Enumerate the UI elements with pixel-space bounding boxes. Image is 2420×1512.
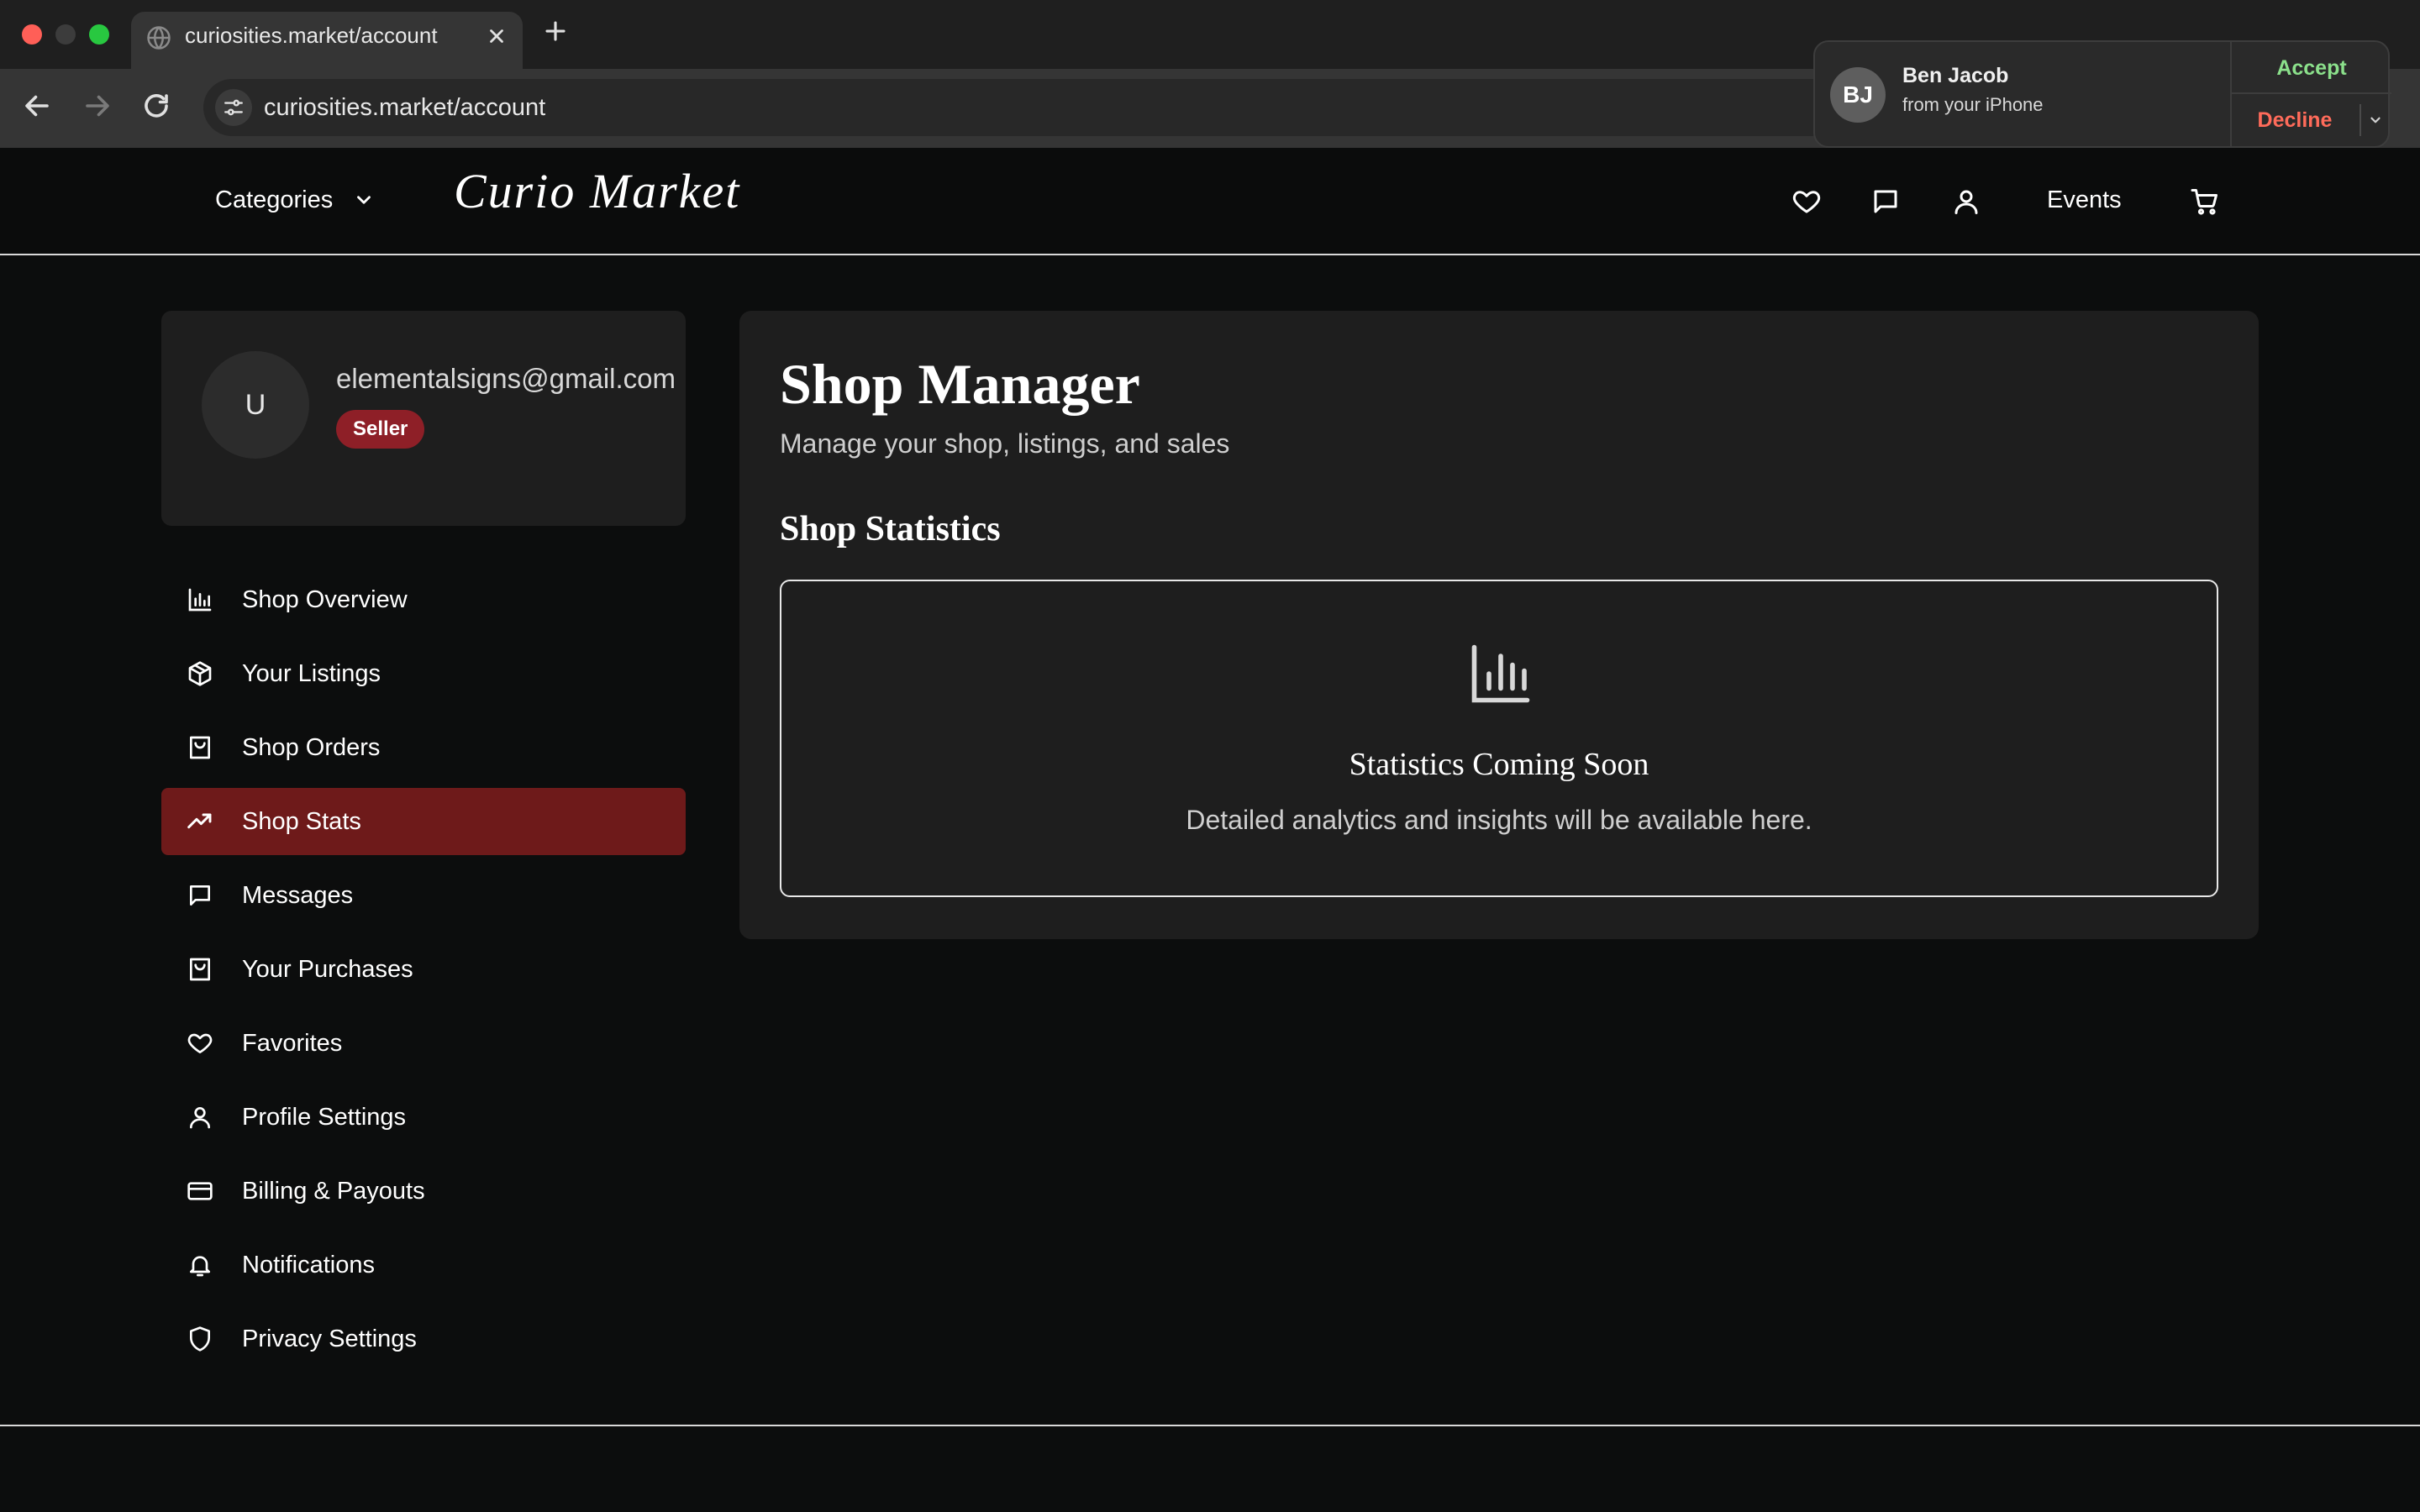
globe-icon bbox=[147, 26, 171, 50]
sidebar-item-notifications[interactable]: Notifications bbox=[161, 1231, 686, 1299]
categories-label: Categories bbox=[215, 186, 334, 213]
sidebar-item-profile-settings[interactable]: Profile Settings bbox=[161, 1084, 686, 1151]
user-icon[interactable] bbox=[1951, 186, 1981, 217]
tab-title: curiosities.market/account bbox=[185, 23, 438, 48]
close-window-button[interactable] bbox=[22, 24, 42, 45]
caller-name: Ben Jacob bbox=[1902, 64, 2009, 87]
heart-icon bbox=[187, 1033, 213, 1053]
site-logo[interactable]: Curio Market bbox=[454, 163, 740, 219]
sidebar-item-favorites[interactable]: Favorites bbox=[161, 1010, 686, 1077]
shop-manager-panel: Shop Manager Manage your shop, listings,… bbox=[739, 311, 2259, 939]
sidebar-item-messages[interactable]: Messages bbox=[161, 862, 686, 929]
sidebar-item-label: Shop Stats bbox=[242, 808, 361, 835]
browser-tab-active[interactable]: curiosities.market/account bbox=[131, 12, 523, 69]
message-icon[interactable] bbox=[1870, 186, 1901, 217]
sidebar-item-your-listings[interactable]: Your Listings bbox=[161, 640, 686, 707]
footer-divider bbox=[0, 1425, 2420, 1426]
decline-button[interactable]: Decline bbox=[2232, 94, 2358, 146]
sidebar-item-label: Shop Orders bbox=[242, 734, 381, 761]
tune-icon bbox=[224, 99, 243, 116]
categories-menu-button[interactable]: Categories bbox=[215, 181, 375, 218]
chevron-down-icon bbox=[2370, 117, 2381, 123]
reload-icon[interactable] bbox=[141, 91, 171, 121]
user-icon bbox=[190, 1107, 210, 1129]
bell-icon bbox=[190, 1256, 210, 1277]
chevron-down-icon bbox=[357, 196, 371, 204]
section-title: Shop Statistics bbox=[780, 510, 1001, 549]
shield-icon bbox=[190, 1326, 210, 1352]
close-tab-icon[interactable] bbox=[486, 25, 508, 47]
avatar: U bbox=[202, 351, 309, 459]
seller-badge: Seller bbox=[336, 410, 425, 449]
credit-card-icon bbox=[187, 1182, 213, 1200]
bar-chart-icon bbox=[188, 588, 212, 612]
shopping-bag-icon bbox=[190, 736, 210, 759]
cart-icon[interactable] bbox=[2190, 186, 2220, 217]
sidebar-item-label: Notifications bbox=[242, 1252, 375, 1278]
minimize-window-button[interactable] bbox=[55, 24, 76, 45]
statistics-empty-state: Statistics Coming Soon Detailed analytic… bbox=[780, 580, 2218, 897]
sidebar-item-label: Messages bbox=[242, 882, 354, 909]
sidebar-item-shop-stats[interactable]: Shop Stats bbox=[161, 788, 686, 855]
shopping-bag-icon bbox=[190, 958, 210, 981]
notification-actions: Accept Decline bbox=[2230, 42, 2391, 146]
back-arrow-icon[interactable] bbox=[22, 91, 52, 121]
maximize-window-button[interactable] bbox=[89, 24, 109, 45]
sidebar-item-shop-orders[interactable]: Shop Orders bbox=[161, 714, 686, 781]
caller-source: from your iPhone bbox=[1902, 94, 2044, 115]
empty-state-text: Detailed analytics and insights will be … bbox=[1186, 805, 1812, 835]
profile-card: U elementalsigns@gmail.com Seller bbox=[161, 311, 686, 526]
sidebar-item-label: Your Listings bbox=[242, 660, 381, 687]
trending-up-icon bbox=[187, 813, 212, 829]
message-icon bbox=[190, 885, 210, 906]
sidebar-item-your-purchases[interactable]: Your Purchases bbox=[161, 936, 686, 1003]
sidebar-item-label: Privacy Settings bbox=[242, 1326, 417, 1352]
empty-state-heading: Statistics Coming Soon bbox=[1349, 747, 1649, 782]
sidebar-item-label: Your Purchases bbox=[242, 956, 413, 983]
accept-button[interactable]: Accept bbox=[2232, 42, 2391, 94]
package-icon bbox=[188, 661, 212, 686]
forward-arrow-icon[interactable] bbox=[82, 91, 113, 121]
url-text: curiosities.market/account bbox=[264, 94, 546, 121]
sidebar-item-shop-overview[interactable]: Shop Overview bbox=[161, 566, 686, 633]
page-title: Shop Manager bbox=[780, 352, 1140, 416]
events-link[interactable]: Events bbox=[2047, 181, 2122, 218]
profile-email: elementalsigns@gmail.com bbox=[336, 363, 676, 394]
heart-icon[interactable] bbox=[1791, 186, 1822, 217]
page-subtitle: Manage your shop, listings, and sales bbox=[780, 428, 1230, 459]
site-info-button[interactable] bbox=[215, 89, 252, 126]
caller-avatar: BJ bbox=[1830, 67, 1886, 123]
sidebar-item-label: Billing & Payouts bbox=[242, 1178, 425, 1205]
bar-chart-icon bbox=[1471, 644, 1530, 703]
decline-options-button[interactable] bbox=[2360, 104, 2390, 136]
call-notification: BJ Ben Jacob from your iPhone Accept Dec… bbox=[1813, 40, 2391, 148]
sidebar-item-label: Shop Overview bbox=[242, 586, 408, 613]
sidebar-item-billing-payouts[interactable]: Billing & Payouts bbox=[161, 1158, 686, 1225]
sidebar-item-privacy-settings[interactable]: Privacy Settings bbox=[161, 1305, 686, 1373]
new-tab-icon[interactable] bbox=[543, 18, 568, 44]
site-header: Categories Curio Market Events bbox=[0, 148, 2420, 255]
sidebar-item-label: Profile Settings bbox=[242, 1104, 407, 1131]
sidebar-item-label: Favorites bbox=[242, 1030, 343, 1057]
